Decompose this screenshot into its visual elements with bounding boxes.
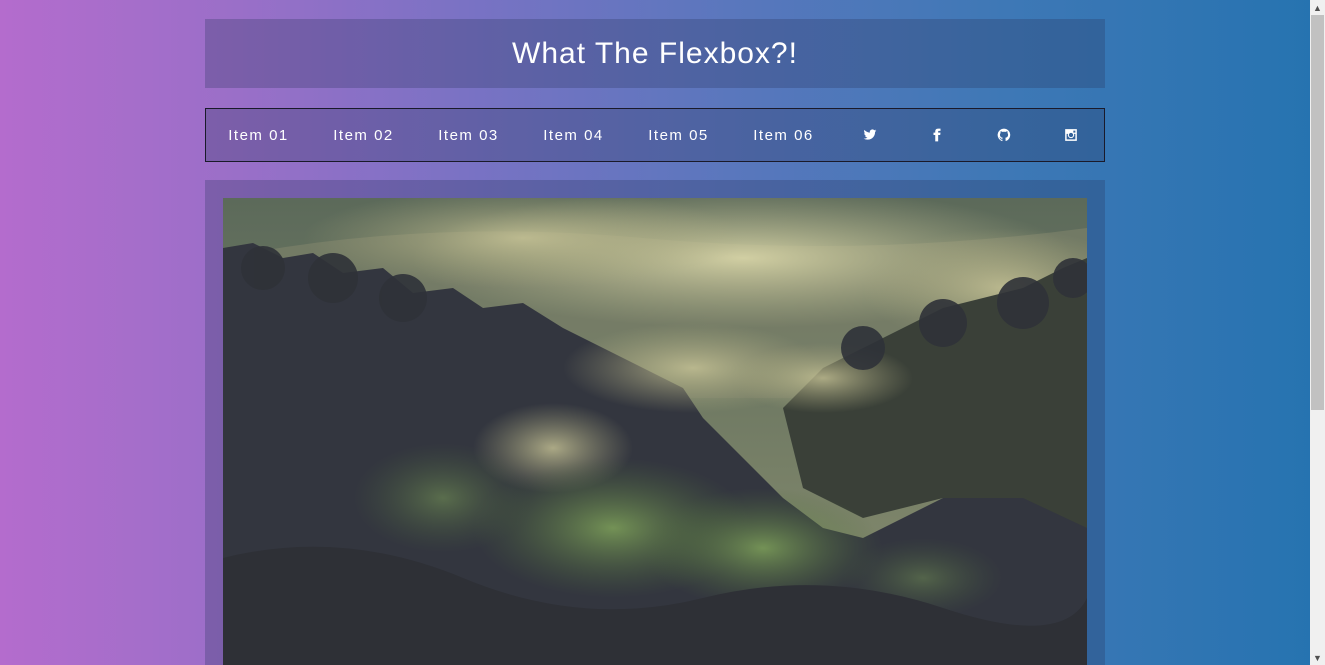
- nav-item-01[interactable]: Item 01: [206, 127, 311, 144]
- scroll-thumb[interactable]: [1311, 15, 1324, 410]
- nav-item-02[interactable]: Item 02: [311, 127, 416, 144]
- main-nav: Item 01 Item 02 Item 03 Item 04 Item 05 …: [205, 108, 1105, 162]
- nav-item-05[interactable]: Item 05: [626, 127, 731, 144]
- nav-item-04[interactable]: Item 04: [521, 127, 626, 144]
- github-icon[interactable]: [970, 128, 1037, 142]
- scroll-down-arrow[interactable]: ▼: [1310, 650, 1325, 665]
- instagram-icon[interactable]: [1037, 128, 1104, 142]
- content-panel: [205, 180, 1105, 665]
- twitter-icon[interactable]: [836, 128, 903, 142]
- site-header: What The Flexbox?!: [205, 19, 1105, 88]
- site-title: What The Flexbox?!: [512, 36, 798, 70]
- nav-item-06[interactable]: Item 06: [731, 127, 836, 144]
- vertical-scrollbar[interactable]: ▲ ▼: [1310, 0, 1325, 665]
- page: What The Flexbox?! Item 01 Item 02 Item …: [0, 0, 1310, 665]
- misty-forest-photo: [223, 198, 1087, 665]
- nav-item-03[interactable]: Item 03: [416, 127, 521, 144]
- facebook-icon[interactable]: [903, 128, 970, 142]
- scroll-up-arrow[interactable]: ▲: [1310, 0, 1325, 15]
